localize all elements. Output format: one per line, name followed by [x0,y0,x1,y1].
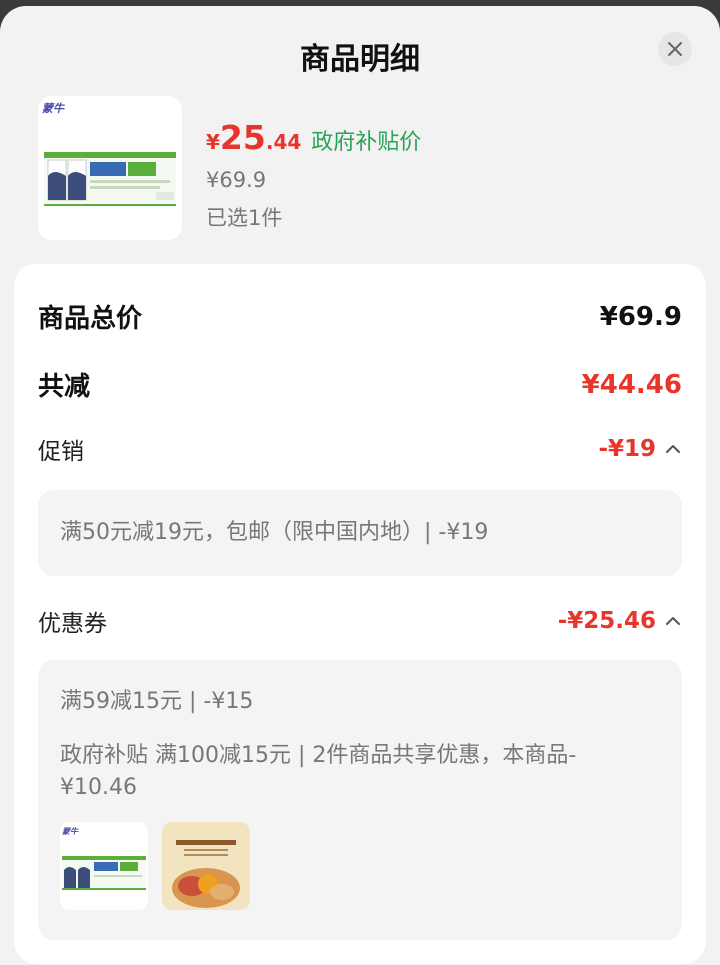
promotion-row[interactable]: 促销 -¥19 [38,432,682,466]
coupon-row[interactable]: 优惠券 -¥25.46 [38,604,682,638]
total-price-label: 商品总价 [38,304,143,334]
promotion-details: 满50元减19元，包邮（限中国内地）| -¥19 [38,490,682,576]
coupon-value: -¥25.46 [557,608,656,634]
page-title: 商品明细 [300,42,420,77]
coupon-toggle[interactable]: -¥25.46 [558,608,682,634]
price-decimal: .44 [265,130,302,154]
original-price: ¥69.9 [206,168,267,192]
coupon-detail-2: 政府补贴 满100减15元 | 2件商品共享优惠，本商品-¥10.46 [60,743,577,800]
coupon-label: 优惠券 [38,611,107,637]
subsidy-price-tag: 政府补贴价 [311,130,422,155]
coupon-detail-1: 满59减15元 | -¥15 [60,689,254,714]
coupon-details: 满59减15元 | -¥15 政府补贴 满100减15元 | 2件商品共享优惠，… [38,660,682,940]
total-price-row: 商品总价 ¥69.9 [38,298,682,335]
coupon-product-thumb-milk: 蒙牛 [60,822,148,910]
price-integer: 25 [219,118,266,157]
chevron-up-icon [666,445,680,453]
coupon-product-thumb-mooncake [162,822,250,910]
total-price-value: ¥69.9 [599,301,682,332]
promotion-label: 促销 [38,439,84,465]
chevron-up-icon [666,617,680,625]
total-reduction-row: 共减 ¥44.46 [38,366,682,403]
close-icon [668,42,682,56]
price-currency: ¥ [206,130,220,154]
promotion-detail-text: 满50元减19元，包邮（限中国内地）| -¥19 [60,520,489,545]
total-reduction-label: 共减 [38,372,91,402]
promotion-value: -¥19 [598,436,656,462]
svg-text:蒙牛: 蒙牛 [42,102,65,115]
product-price: ¥ 25 .44 政府补贴价 [206,118,421,157]
svg-text:蒙牛: 蒙牛 [62,827,79,836]
price-breakdown-card: 商品总价 ¥69.9 共减 ¥44.46 促销 -¥19 满50元减19元，包邮… [14,264,706,964]
product-detail-sheet: 商品明细 蒙牛 ¥ 25 .44 政府补贴价 ¥69.9 已选1件 商品总价 ¥… [0,6,720,965]
selected-count: 已选1件 [206,206,283,230]
close-button[interactable] [658,32,692,66]
promotion-toggle[interactable]: -¥19 [598,436,682,462]
product-image: 蒙牛 [38,96,182,240]
total-reduction-value: ¥44.46 [581,369,682,400]
